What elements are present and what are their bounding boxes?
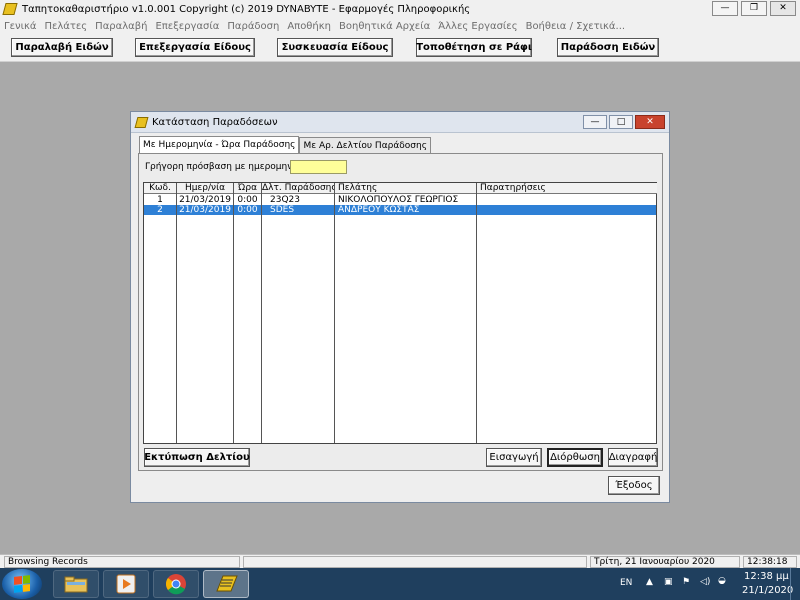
media-player-taskbar-button[interactable] bbox=[103, 570, 149, 598]
start-button[interactable] bbox=[2, 569, 42, 599]
app-icon bbox=[216, 575, 238, 592]
cell-code: 2 bbox=[157, 205, 163, 215]
cell-slip: 23Q23 bbox=[270, 195, 300, 205]
menu-general[interactable]: Γενικά bbox=[4, 21, 36, 32]
delete-button[interactable]: Διαγραφή bbox=[608, 448, 658, 467]
column-divider bbox=[334, 183, 335, 443]
edit-button[interactable]: Διόρθωση bbox=[547, 448, 603, 467]
window-controls: — ❐ ✕ bbox=[712, 1, 796, 16]
volume-icon[interactable]: ◁) bbox=[700, 577, 710, 587]
app-taskbar-button[interactable] bbox=[203, 570, 249, 598]
column-divider bbox=[233, 183, 234, 443]
menu-customers[interactable]: Πελάτες bbox=[44, 21, 87, 32]
menu-help-about[interactable]: Βοήθεια / Σχετικά... bbox=[526, 21, 625, 32]
windows-logo-icon bbox=[14, 575, 30, 593]
tab-strip: Με Ημερομηνία - Ώρα Παράδοσης Με Αρ. Δελ… bbox=[139, 136, 431, 153]
receive-items-button[interactable]: Παραλαβή Ειδών bbox=[11, 38, 113, 57]
cell-customer: ΑΝΔΡΕΟΥ ΚΩΣΤΑΣ bbox=[338, 205, 420, 215]
status-empty-panel bbox=[243, 556, 587, 568]
status-bar: Browsing Records Τρίτη, 21 Ιανουαρίου 20… bbox=[0, 554, 800, 568]
title-bar: Ταπητοκαθαριστήριο v1.0.001 Copyright (c… bbox=[0, 0, 800, 18]
column-divider bbox=[476, 183, 477, 443]
quick-access-label: Γρήγορη πρόσβαση με ημερομηνία : bbox=[145, 162, 308, 172]
menu-delivery[interactable]: Παράδοση bbox=[227, 21, 279, 32]
quick-access-date-input[interactable] bbox=[290, 160, 347, 174]
close-button[interactable]: ✕ bbox=[770, 1, 796, 16]
process-item-button[interactable]: Επεξεργασία Είδους bbox=[135, 38, 255, 57]
taskbar: EN ▲ ▣ ⚑ ◁) ◒ 12:38 μμ 21/1/2020 bbox=[0, 568, 800, 600]
deliver-items-button[interactable]: Παράδοση Ειδών bbox=[557, 38, 659, 57]
chrome-taskbar-button[interactable] bbox=[153, 570, 199, 598]
window-title: Ταπητοκαθαριστήριο v1.0.001 Copyright (c… bbox=[22, 3, 471, 15]
dialog-logo-icon bbox=[134, 116, 149, 128]
menu-receive[interactable]: Παραλαβή bbox=[95, 21, 147, 32]
cell-code: 1 bbox=[157, 195, 163, 205]
media-player-icon bbox=[116, 574, 136, 594]
cell-slip: SDES bbox=[270, 205, 295, 215]
status-time: 12:38:18 bbox=[743, 556, 797, 568]
cell-date: 21/03/2019 bbox=[179, 195, 231, 205]
show-desktop-button[interactable] bbox=[790, 568, 800, 600]
network-icon[interactable]: ◒ bbox=[718, 576, 726, 586]
show-hidden-icons-icon[interactable]: ▲ bbox=[646, 577, 653, 587]
dialog-title-bar: Κατάσταση Παραδόσεων — □ ✕ bbox=[131, 112, 669, 133]
exit-button[interactable]: Έξοδος bbox=[608, 476, 660, 495]
tab-by-slip-number[interactable]: Με Αρ. Δελτίου Παράδοσης bbox=[299, 137, 431, 153]
language-indicator[interactable]: EN bbox=[620, 578, 632, 588]
menu-warehouse[interactable]: Αποθήκη bbox=[287, 21, 331, 32]
status-date: Τρίτη, 21 Ιανουαρίου 2020 bbox=[590, 556, 740, 568]
dialog-maximize-button[interactable]: □ bbox=[609, 115, 633, 129]
column-header-notes[interactable]: Παρατηρήσεις bbox=[477, 183, 657, 194]
tab-panel: Γρήγορη πρόσβαση με ημερομηνία : Κωδ. Ημ… bbox=[138, 153, 663, 471]
deliveries-dialog: Κατάσταση Παραδόσεων — □ ✕ Με Ημερομηνία… bbox=[130, 111, 670, 503]
print-slip-button[interactable]: Εκτύπωση Δελτίου bbox=[144, 448, 250, 467]
menu-processing[interactable]: Επεξεργασία bbox=[155, 21, 219, 32]
column-header-date[interactable]: Ημερ/νία bbox=[177, 183, 233, 194]
cell-time: 0:00 bbox=[237, 195, 258, 205]
column-header-customer[interactable]: Πελάτης bbox=[335, 183, 476, 194]
column-divider bbox=[261, 183, 262, 443]
dialog-minimize-button[interactable]: — bbox=[583, 115, 607, 129]
clock-time[interactable]: 12:38 μμ bbox=[744, 571, 789, 582]
insert-button[interactable]: Εισαγωγή bbox=[486, 448, 542, 467]
dialog-window-controls: — □ ✕ bbox=[583, 115, 665, 129]
package-item-button[interactable]: Συσκευασία Είδους bbox=[277, 38, 393, 57]
menu-other-tasks[interactable]: Άλλες Εργασίες bbox=[438, 21, 517, 32]
dialog-title: Κατάσταση Παραδόσεων bbox=[152, 116, 278, 128]
column-header-slip[interactable]: Δλτ. Παράδοσης bbox=[262, 183, 334, 194]
menu-bar: Γενικά Πελάτες Παραλαβή Επεξεργασία Παρά… bbox=[0, 18, 800, 34]
flag-icon[interactable]: ⚑ bbox=[682, 577, 690, 587]
explorer-taskbar-button[interactable] bbox=[53, 570, 99, 598]
shelve-item-button[interactable]: Τοποθέτηση σε Ράφι bbox=[416, 38, 532, 57]
deliveries-grid: Κωδ. Ημερ/νία Ώρα Δλτ. Παράδοσης Πελάτης… bbox=[143, 182, 657, 444]
menu-auxiliary-files[interactable]: Βοηθητικά Αρχεία bbox=[339, 21, 430, 32]
clock-date[interactable]: 21/1/2020 bbox=[742, 585, 793, 596]
minimize-button[interactable]: — bbox=[712, 1, 738, 16]
action-center-icon[interactable]: ▣ bbox=[664, 577, 673, 587]
maximize-button[interactable]: ❐ bbox=[741, 1, 767, 16]
cell-notes bbox=[477, 195, 657, 205]
tab-by-date-time[interactable]: Με Ημερομηνία - Ώρα Παράδοσης bbox=[139, 136, 300, 153]
app-logo-icon bbox=[2, 3, 18, 15]
column-header-code[interactable]: Κωδ. bbox=[144, 183, 176, 194]
column-divider bbox=[176, 183, 177, 443]
chrome-icon bbox=[166, 574, 186, 595]
status-mode: Browsing Records bbox=[4, 556, 240, 568]
cell-time: 0:00 bbox=[237, 205, 258, 215]
cell-notes bbox=[477, 205, 657, 215]
cell-customer: ΝΙΚΟΛΟΠΟΥΛΟΣ ΓΕΩΡΓΙΟΣ bbox=[338, 195, 459, 205]
folder-icon bbox=[64, 576, 88, 593]
dialog-close-button[interactable]: ✕ bbox=[635, 115, 665, 129]
column-header-time[interactable]: Ώρα bbox=[234, 183, 261, 194]
cell-date: 21/03/2019 bbox=[179, 205, 231, 215]
toolbar: Παραλαβή Ειδών Επεξεργασία Είδους Συσκευ… bbox=[0, 34, 800, 62]
